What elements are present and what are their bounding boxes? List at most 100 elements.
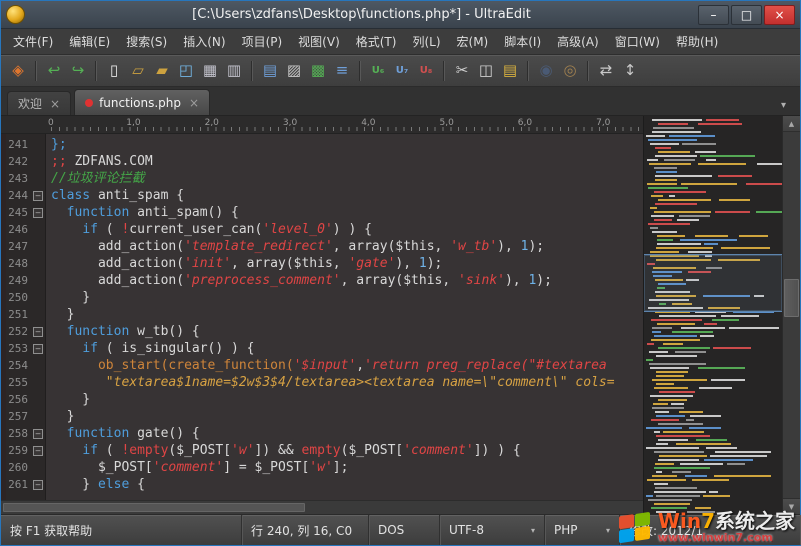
close-button[interactable]: × [764, 5, 795, 25]
fold-column [30, 136, 45, 153]
encoding-u8-icon[interactable]: U₈ [415, 60, 437, 82]
code-line[interactable]: 260 $_POST['comment'] = $_POST['w']; [1, 459, 643, 476]
fold-column[interactable]: – [30, 204, 45, 221]
scroll-up-icon[interactable]: ▲ [783, 116, 800, 132]
code-line[interactable]: 256 } [1, 391, 643, 408]
print-preview-icon[interactable]: ▥ [223, 60, 245, 82]
minimap-viewport[interactable] [644, 254, 782, 312]
fold-toggle-icon[interactable]: – [33, 327, 43, 337]
menu-item[interactable]: 窗口(W) [607, 29, 668, 54]
minimize-button[interactable]: – [698, 5, 729, 25]
fold-toggle-icon[interactable]: – [33, 208, 43, 218]
code-line[interactable]: 259– if ( !empty($_POST['w']) && empty($… [1, 442, 643, 459]
menu-item[interactable]: 格式(T) [348, 29, 405, 54]
fold-column[interactable]: – [30, 340, 45, 357]
fold-toggle-icon[interactable]: – [33, 480, 43, 490]
tab-list-dropdown-icon[interactable]: ▾ [773, 100, 794, 115]
code-line[interactable]: 246 if ( !current_user_can('level_0') ) … [1, 221, 643, 238]
menu-item[interactable]: 搜索(S) [118, 29, 175, 54]
chevron-down-icon[interactable]: ▾ [521, 526, 535, 535]
tab-close-icon[interactable]: × [189, 96, 199, 110]
fold-toggle-icon[interactable]: – [33, 191, 43, 201]
fold-column[interactable]: – [30, 323, 45, 340]
tab-close-icon[interactable]: × [50, 97, 60, 111]
menu-item[interactable]: 帮助(H) [668, 29, 726, 54]
line-number: 255 [1, 374, 30, 391]
cut-icon[interactable]: ✂ [451, 60, 473, 82]
forward-icon[interactable]: ↪ [67, 60, 89, 82]
sort-icon[interactable]: ↕ [619, 60, 641, 82]
find-icon[interactable]: ◉ [535, 60, 557, 82]
menu-item[interactable]: 视图(V) [290, 29, 348, 54]
code-line[interactable]: 243//垃圾评论拦截 [1, 170, 643, 187]
fold-toggle-icon[interactable]: – [33, 446, 43, 456]
print-icon[interactable]: ▦ [199, 60, 221, 82]
paste-icon[interactable]: ▤ [499, 60, 521, 82]
session-icon[interactable]: ◈ [7, 60, 29, 82]
menu-item[interactable]: 编辑(E) [61, 29, 118, 54]
open-file-icon[interactable]: ▱ [127, 60, 149, 82]
code-line[interactable]: 250 } [1, 289, 643, 306]
line-number: 252 [1, 323, 30, 340]
horizontal-scroll-thumb[interactable] [3, 503, 305, 512]
vertical-scrollbar[interactable]: ▲ ▼ [782, 116, 800, 514]
status-line-ending[interactable]: DOS [369, 515, 440, 545]
fold-column[interactable]: – [30, 425, 45, 442]
menu-item[interactable]: 宏(M) [449, 29, 497, 54]
code-line[interactable]: 258– function gate() { [1, 425, 643, 442]
compare-icon[interactable]: ⇄ [595, 60, 617, 82]
code-line[interactable]: 257 } [1, 408, 643, 425]
minimap[interactable] [643, 116, 782, 514]
menu-item[interactable]: 脚本(I) [496, 29, 549, 54]
word-wrap-icon[interactable]: ≡ [331, 60, 353, 82]
new-file-icon[interactable]: ▯ [103, 60, 125, 82]
code-line[interactable]: 241}; [1, 136, 643, 153]
fold-column[interactable]: – [30, 442, 45, 459]
fold-column[interactable]: – [30, 476, 45, 493]
maximize-button[interactable]: □ [731, 5, 762, 25]
vertical-scroll-thumb[interactable] [784, 279, 799, 317]
menu-item[interactable]: 列(L) [404, 29, 448, 54]
horizontal-scrollbar[interactable] [1, 500, 643, 514]
quick-open-icon[interactable]: ▰ [151, 60, 173, 82]
code-line[interactable]: 248 add_action('init', array($this, 'gat… [1, 255, 643, 272]
chevron-down-icon[interactable]: ▾ [596, 526, 610, 535]
status-caret-position: 行 240, 列 16, C0 [242, 515, 369, 545]
code-line[interactable]: 245– function anti_spam() { [1, 204, 643, 221]
fold-column[interactable]: – [30, 187, 45, 204]
fold-toggle-icon[interactable]: – [33, 429, 43, 439]
fold-toggle-icon[interactable]: – [33, 344, 43, 354]
line-number: 256 [1, 391, 30, 408]
copy-icon[interactable]: ◫ [475, 60, 497, 82]
code-line[interactable]: 252– function w_tb() { [1, 323, 643, 340]
code-editor[interactable]: 241};242;; ZDFANS.COM243//垃圾评论拦截244–clas… [1, 134, 643, 500]
menu-item[interactable]: 文件(F) [5, 29, 61, 54]
code-line[interactable]: 247 add_action('template_redirect', arra… [1, 238, 643, 255]
code-line[interactable]: 249 add_action('preprocess_comment', arr… [1, 272, 643, 289]
code-line[interactable]: 251 } [1, 306, 643, 323]
save-icon[interactable]: ◰ [175, 60, 197, 82]
code-line[interactable]: 253– if ( is_singular() ) { [1, 340, 643, 357]
fold-column [30, 221, 45, 238]
menu-item[interactable]: 项目(P) [234, 29, 291, 54]
title-bar[interactable]: [C:\Users\zdfans\Desktop\functions.php*]… [1, 1, 800, 29]
column-mode-icon[interactable]: ▩ [307, 60, 329, 82]
replace-icon[interactable]: ◎ [559, 60, 581, 82]
menu-item[interactable]: 高级(A) [549, 29, 607, 54]
status-syntax[interactable]: PHP ▾ [545, 515, 620, 545]
code-line[interactable]: 261– } else { [1, 476, 643, 493]
encoding-u6-icon[interactable]: U₆ [367, 60, 389, 82]
back-icon[interactable]: ↩ [43, 60, 65, 82]
tag-list-icon[interactable]: ▨ [283, 60, 305, 82]
status-encoding[interactable]: UTF-8 ▾ [440, 515, 545, 545]
menu-item[interactable]: 插入(N) [175, 29, 233, 54]
code-line[interactable]: 254 ob_start(create_function('$input','r… [1, 357, 643, 374]
code-line[interactable]: 244–class anti_spam { [1, 187, 643, 204]
code-line[interactable]: 255 "textarea$1name=$2w$3$4/textarea><te… [1, 374, 643, 391]
function-list-icon[interactable]: ▤ [259, 60, 281, 82]
tab-functions-php[interactable]: functions.php× [74, 89, 210, 115]
code-line[interactable]: 242;; ZDFANS.COM [1, 153, 643, 170]
line-number: 242 [1, 153, 30, 170]
encoding-u7-icon[interactable]: U₇ [391, 60, 413, 82]
tab--[interactable]: 欢迎× [7, 91, 71, 115]
